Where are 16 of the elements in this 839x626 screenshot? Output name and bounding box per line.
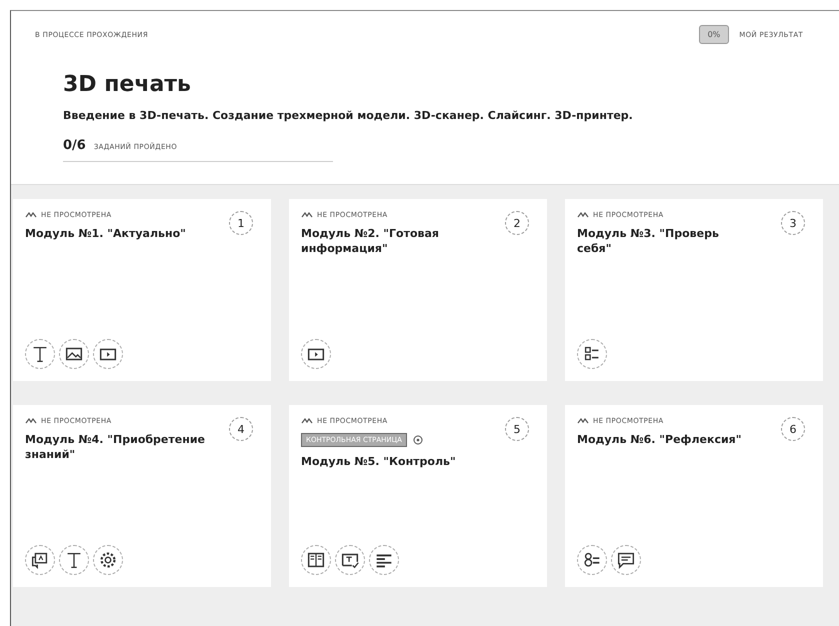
- course-description: Введение в 3D-печать. Создание трехмерной модели. 3D-сканер. Слайсинг. 3D-принтер.: [63, 109, 634, 122]
- module-number: 5: [505, 417, 529, 441]
- module-title: Модуль №5. "Контроль": [301, 455, 457, 470]
- module-title: Модуль №1. "Актуально": [25, 227, 187, 242]
- module-title: Модуль №6. "Рефлексия": [577, 433, 742, 448]
- course-title: 3D печать: [63, 72, 192, 97]
- result-badge: 0%: [698, 25, 730, 44]
- progress-count: 0/6: [63, 138, 86, 153]
- module-title: Модуль №2. "Готовая информация": [301, 227, 440, 257]
- module-number: 6: [781, 417, 805, 441]
- module-number: 2: [505, 211, 529, 235]
- module-number: 4: [229, 417, 253, 441]
- module-number: 3: [781, 211, 805, 235]
- module-number: 1: [229, 211, 253, 235]
- module-title: Модуль №4. "Приобретение знаний": [25, 433, 205, 463]
- module-title: Модуль №3. "Проверь себя": [577, 227, 720, 257]
